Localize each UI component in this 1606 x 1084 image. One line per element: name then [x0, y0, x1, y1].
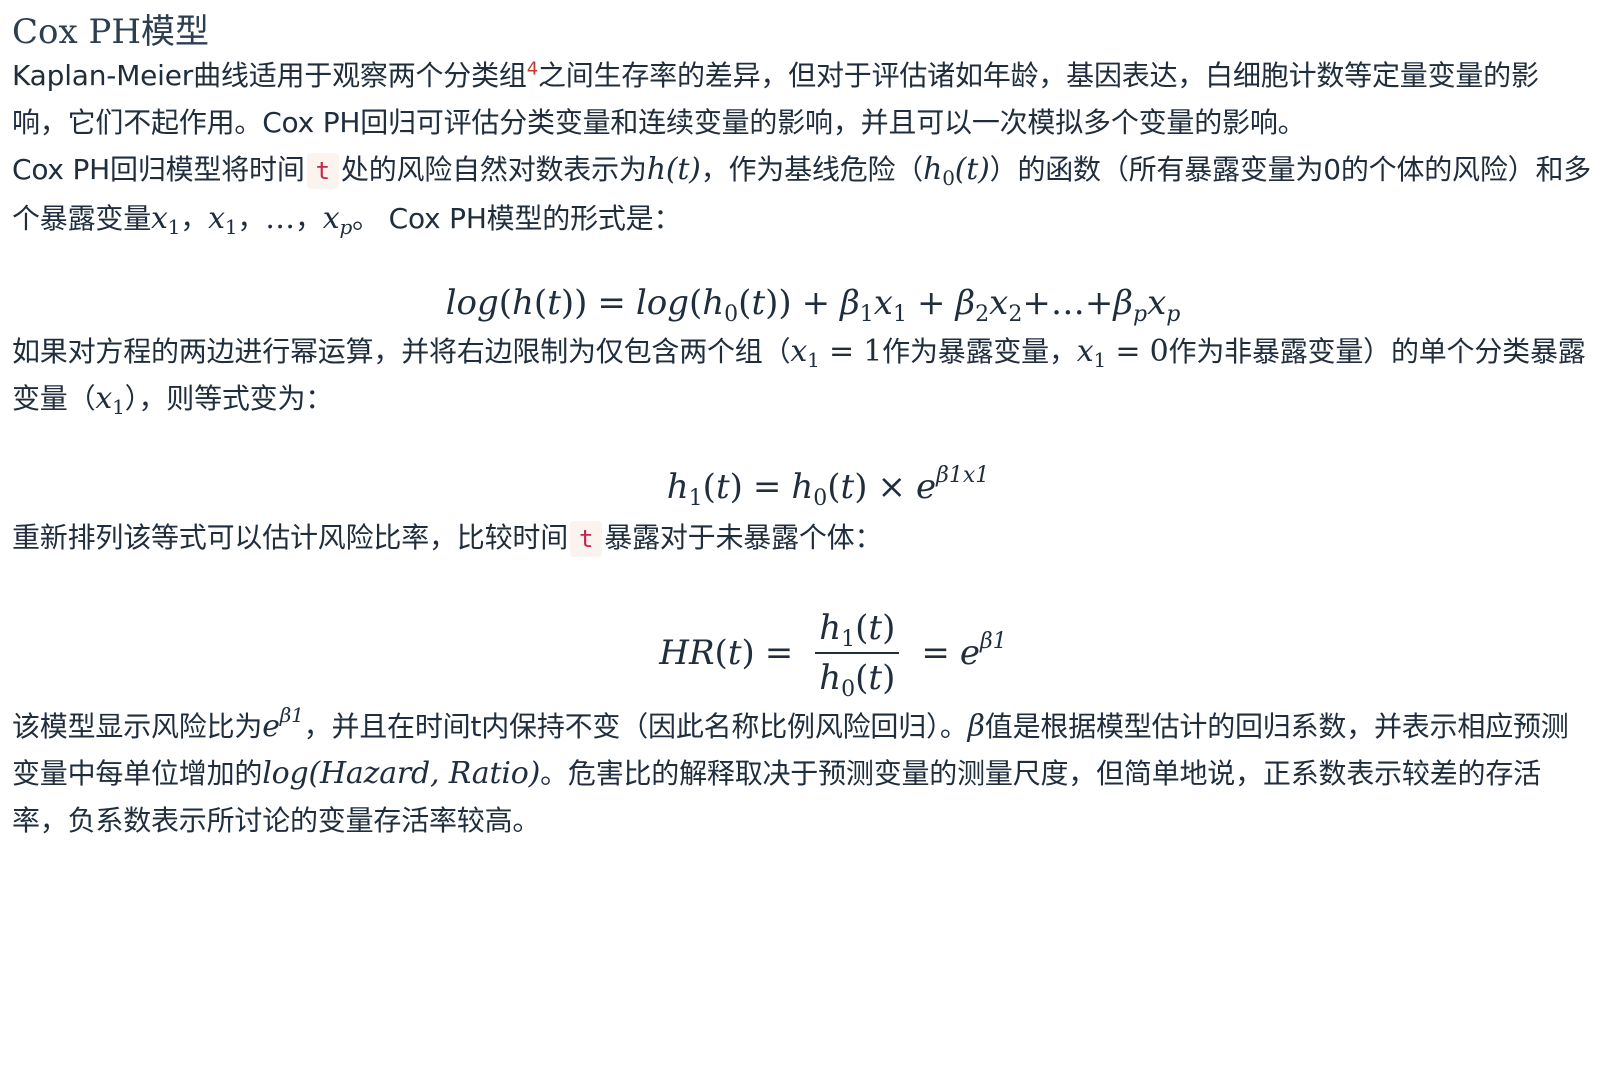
text: 如果对方程的两边进行幂运算，并将右边限制为仅包含两个组（	[12, 335, 791, 368]
text: 处的风险自然对数表示为	[340, 153, 647, 186]
text: 重新排列该等式可以估计风险比率，比较时间	[12, 521, 569, 554]
paragraph-rearrange: 重新排列该等式可以估计风险比率，比较时间 t 暴露对于未暴露个体：	[12, 514, 1594, 563]
math-x1: x1	[95, 381, 125, 419]
text: ，并且在时间t内保持不变（因此名称比例风险回归）。	[303, 710, 968, 743]
math-xp: xp	[322, 201, 353, 239]
text: Cox PH回归模型将时间	[12, 153, 305, 186]
paragraph-cox-model: Cox PH回归模型将时间 t 处的风险自然对数表示为h(t)，作为基线危险（h0(…	[12, 152, 1592, 239]
equation-hazard-ratio: HR(t) = h1(t) h0(t) = eβ1	[659, 608, 1007, 702]
section-title: Cox PH模型	[12, 12, 209, 52]
paragraph-exponentiate: 如果对方程的两边进行幂运算，并将右边限制为仅包含两个组（x1 = 1作为暴露变量…	[12, 328, 1594, 422]
paragraph-interpretation: 该模型显示风险比为eβ1，并且在时间t内保持不变（因此名称比例风险回归）。β值是…	[12, 703, 1594, 844]
math-x1: x1	[1076, 334, 1107, 372]
math-eq-1: = 1	[819, 334, 883, 369]
math-beta: β	[967, 709, 985, 744]
fraction: h1(t) h0(t)	[815, 608, 900, 701]
text: 暴露对于未暴露个体：	[604, 521, 883, 554]
math-x1: x1	[790, 334, 820, 372]
math-x1: x1	[151, 201, 181, 239]
paragraph-kaplan-meier: Kaplan-Meier曲线适用于观察两个分类组4之间生存率的差异，但对于评估诸…	[12, 52, 1594, 146]
text: ，作为基线危险（	[700, 153, 924, 186]
article: Cox PH模型 Kaplan-Meier曲线适用于观察两个分类组4之间生存率的…	[0, 12, 1606, 1084]
inline-code-t: t	[570, 521, 603, 557]
math-h0-t: h0(t)	[923, 152, 990, 190]
math-x1: x1	[208, 201, 238, 239]
equation-cox-log: log(h(t)) = log(h0(t)) + β1x1 + β2x2+…+βpxp	[445, 283, 1181, 327]
equation-h1: h1(t) = h0(t) × eβ1x1	[666, 463, 990, 511]
inline-code-t: t	[306, 153, 339, 189]
text: Kaplan-Meier曲线适用于观察两个分类组	[12, 59, 527, 92]
math-dots: …	[265, 201, 295, 236]
text: ），则等式变为：	[124, 382, 334, 415]
text: 该模型显示风险比为	[12, 710, 263, 743]
math-log-hazard-ratio: log(Hazard, Ratio)	[262, 756, 541, 791]
footnote-link[interactable]: 4	[527, 59, 538, 80]
math-e-beta1: eβ1	[262, 703, 304, 744]
math-eq-0: = 0	[1106, 334, 1169, 369]
text: 作为暴露变量，	[882, 335, 1077, 368]
text: 。 Cox PH模型的形式是：	[352, 202, 682, 235]
math-h-t: h(t)	[646, 152, 701, 187]
